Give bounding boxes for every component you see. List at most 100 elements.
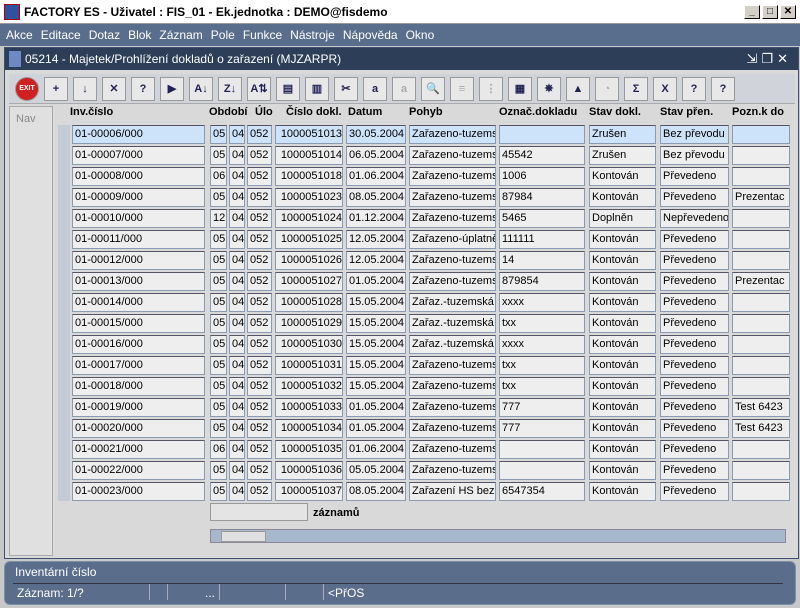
cell-3[interactable]: 052 — [247, 461, 272, 480]
cell-8[interactable]: Kontován — [589, 461, 656, 480]
cell-10[interactable] — [732, 209, 790, 228]
cell-7[interactable] — [499, 440, 585, 459]
cell-8[interactable]: Kontován — [589, 335, 656, 354]
cell-1[interactable]: 05 — [210, 125, 227, 144]
cell-6[interactable]: Zařazeno-tuzems — [409, 188, 496, 207]
cell-3[interactable]: 052 — [247, 335, 272, 354]
scroll-thumb[interactable] — [221, 531, 266, 542]
cell-7[interactable]: 1006 — [499, 167, 585, 186]
cell-4[interactable]: 1000051013 — [275, 125, 343, 144]
cell-2[interactable]: 04 — [229, 272, 245, 291]
cell-3[interactable]: 052 — [247, 419, 272, 438]
cell-10[interactable] — [732, 251, 790, 270]
cell-7[interactable] — [499, 125, 585, 144]
cell-10[interactable] — [732, 146, 790, 165]
cell-5[interactable]: 06.05.2004 — [346, 146, 406, 165]
cell-7[interactable]: 14 — [499, 251, 585, 270]
cell-6[interactable]: Zařazeno-tuzems — [409, 125, 496, 144]
cell-2[interactable]: 04 — [229, 335, 245, 354]
cell-2[interactable]: 04 — [229, 188, 245, 207]
cell-9[interactable]: Převedeno — [660, 167, 729, 186]
cell-9[interactable]: Převedeno — [660, 356, 729, 375]
cell-1[interactable]: 05 — [210, 356, 227, 375]
cell-5[interactable]: 12.05.2004 — [346, 230, 406, 249]
cell-5[interactable]: 01.12.2004 — [346, 209, 406, 228]
menu-8[interactable]: Nápověda — [343, 28, 398, 42]
cell-1[interactable]: 05 — [210, 230, 227, 249]
maximize-button[interactable]: □ — [762, 5, 778, 19]
cell-8[interactable]: Kontován — [589, 377, 656, 396]
cell-4[interactable]: 1000051026 — [275, 251, 343, 270]
help-context-button[interactable]: ? — [711, 76, 735, 101]
cell-8[interactable]: Kontován — [589, 188, 656, 207]
cell-8[interactable]: Kontován — [589, 272, 656, 291]
cell-8[interactable]: Kontován — [589, 419, 656, 438]
cell-0[interactable]: 01-00018/000 — [72, 377, 205, 396]
cell-6[interactable]: Zařazeno-tuzems — [409, 167, 496, 186]
cell-2[interactable]: 04 — [229, 398, 245, 417]
cell-8[interactable]: Kontován — [589, 251, 656, 270]
cell-6[interactable]: Zařazeno-tuzems — [409, 398, 496, 417]
cell-10[interactable]: Test 6423 — [732, 419, 790, 438]
cell-8[interactable]: Kontován — [589, 440, 656, 459]
cell-5[interactable]: 01.06.2004 — [346, 167, 406, 186]
cell-1[interactable]: 05 — [210, 293, 227, 312]
cell-3[interactable]: 052 — [247, 377, 272, 396]
cell-6[interactable]: Zařazeno-tuzems — [409, 251, 496, 270]
cell-4[interactable]: 1000051031 — [275, 356, 343, 375]
cell-3[interactable]: 052 — [247, 293, 272, 312]
cell-1[interactable]: 05 — [210, 272, 227, 291]
cell-9[interactable]: Převedeno — [660, 251, 729, 270]
cell-3[interactable]: 052 — [247, 314, 272, 333]
cell-0[interactable]: 01-00014/000 — [72, 293, 205, 312]
cell-5[interactable]: 01.05.2004 — [346, 272, 406, 291]
cell-6[interactable]: Zařazeno-tuzems — [409, 356, 496, 375]
cell-7[interactable]: txx — [499, 314, 585, 333]
cell-2[interactable]: 04 — [229, 251, 245, 270]
cell-8[interactable]: Kontován — [589, 398, 656, 417]
cell-0[interactable]: 01-00013/000 — [72, 272, 205, 291]
cell-8[interactable]: Doplněn — [589, 209, 656, 228]
print-setup-button[interactable]: ▥ — [305, 76, 329, 101]
cell-10[interactable] — [732, 356, 790, 375]
clock-button[interactable]: ◔ — [595, 76, 619, 101]
cell-7[interactable]: txx — [499, 356, 585, 375]
cell-6[interactable]: Zařazeno-tuzems — [409, 419, 496, 438]
cell-5[interactable]: 01.05.2004 — [346, 419, 406, 438]
cell-0[interactable]: 01-00010/000 — [72, 209, 205, 228]
cell-8[interactable]: Zrušen — [589, 146, 656, 165]
find-button[interactable]: 🔍 — [421, 76, 445, 101]
cell-3[interactable]: 052 — [247, 188, 272, 207]
cut-button[interactable]: ✂ — [334, 76, 358, 101]
paste-button[interactable]: a — [392, 76, 416, 101]
cell-9[interactable]: Převedeno — [660, 230, 729, 249]
cell-10[interactable] — [732, 230, 790, 249]
cell-10[interactable]: Prezentac — [732, 188, 790, 207]
menu-1[interactable]: Editace — [41, 28, 81, 42]
cell-7[interactable]: 111111 — [499, 230, 585, 249]
cell-3[interactable]: 052 — [247, 230, 272, 249]
help-button[interactable]: ? — [682, 76, 706, 101]
save-button[interactable]: ↓ — [73, 76, 97, 101]
cell-1[interactable]: 05 — [210, 335, 227, 354]
cell-2[interactable]: 04 — [229, 293, 245, 312]
cell-9[interactable]: Převedeno — [660, 314, 729, 333]
cell-10[interactable] — [732, 377, 790, 396]
cell-7[interactable]: 879854 — [499, 272, 585, 291]
menu-5[interactable]: Pole — [211, 28, 235, 42]
cell-4[interactable]: 1000051025 — [275, 230, 343, 249]
cell-5[interactable]: 01.06.2004 — [346, 440, 406, 459]
copy-button[interactable]: a — [363, 76, 387, 101]
cell-7[interactable]: 5465 — [499, 209, 585, 228]
cell-9[interactable]: Převedeno — [660, 335, 729, 354]
cell-1[interactable]: 12 — [210, 209, 227, 228]
cell-0[interactable]: 01-00012/000 — [72, 251, 205, 270]
cell-1[interactable]: 05 — [210, 251, 227, 270]
menu-7[interactable]: Nástroje — [290, 28, 335, 42]
cell-2[interactable]: 04 — [229, 167, 245, 186]
minimize-button[interactable]: _ — [744, 5, 760, 19]
cell-3[interactable]: 052 — [247, 209, 272, 228]
cell-8[interactable]: Kontován — [589, 230, 656, 249]
sort-multi-button[interactable]: A⇅ — [247, 76, 271, 101]
cell-5[interactable]: 15.05.2004 — [346, 377, 406, 396]
